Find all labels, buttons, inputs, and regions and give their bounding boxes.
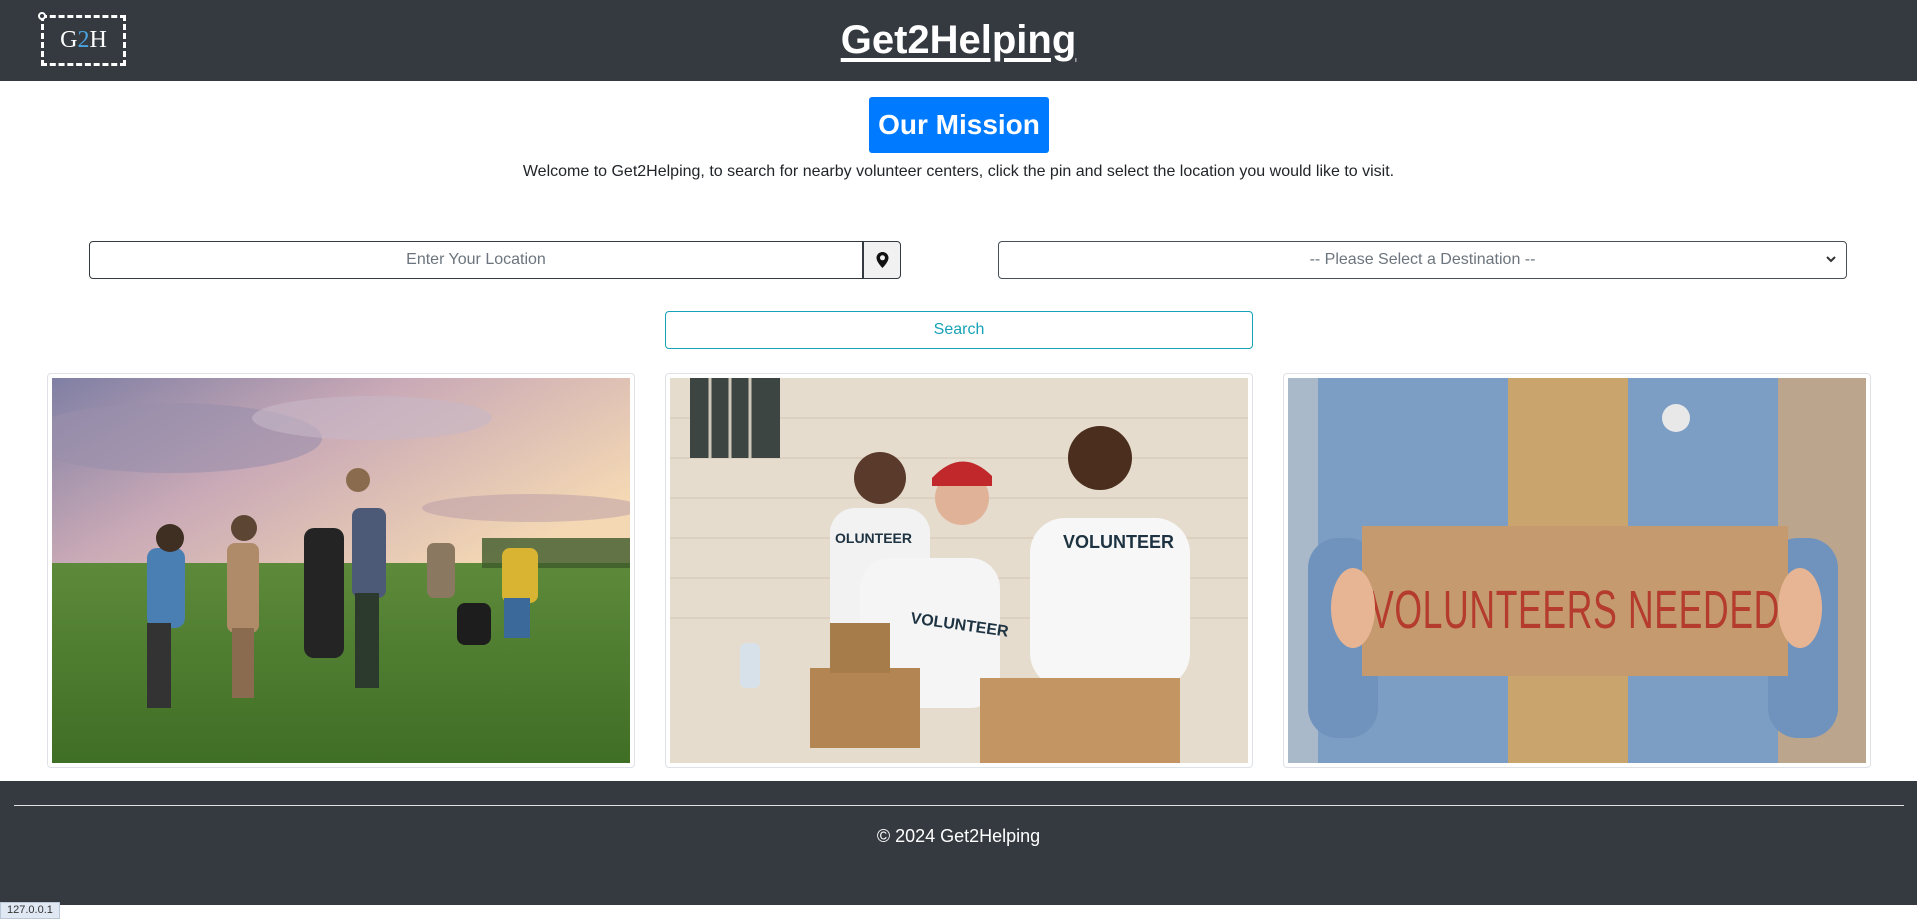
- footer-divider: [14, 805, 1904, 806]
- footer: © 2024 Get2Helping: [0, 781, 1917, 905]
- image-card-volunteers-needed: VOLUNTEERS NEEDED: [1283, 373, 1871, 768]
- site-title-link[interactable]: Get2Helping: [0, 18, 1917, 63]
- volunteers-needed-photo: VOLUNTEERS NEEDED: [1288, 378, 1866, 763]
- destination-select[interactable]: -- Please Select a Destination --: [998, 241, 1847, 279]
- image-card-cleanup: [47, 373, 635, 768]
- map-pin-icon: [876, 252, 888, 268]
- image-card-water-distribution: VOLUNTEER VOLUNTEER OLUNTEER: [665, 373, 1253, 768]
- volunteers-cleanup-photo: [52, 378, 630, 763]
- search-button[interactable]: Search: [665, 311, 1253, 349]
- svg-text:OLUNTEER: OLUNTEER: [835, 530, 912, 546]
- locate-pin-button[interactable]: [863, 241, 901, 279]
- location-input[interactable]: [89, 241, 863, 279]
- svg-text:VOLUNTEER: VOLUNTEER: [1063, 532, 1174, 552]
- chevron-down-icon: [1826, 256, 1836, 263]
- navbar: G2H Get2Helping: [0, 0, 1917, 81]
- svg-text:VOLUNTEERS NEEDED: VOLUNTEERS NEEDED: [1370, 580, 1780, 640]
- browser-status-url: 127.0.0.1: [0, 902, 60, 919]
- our-mission-button[interactable]: Our Mission: [869, 97, 1049, 153]
- welcome-text: Welcome to Get2Helping, to search for ne…: [522, 163, 1395, 180]
- copyright-text: © 2024 Get2Helping: [876, 826, 1041, 846]
- volunteers-water-photo: VOLUNTEER VOLUNTEER OLUNTEER: [670, 378, 1248, 763]
- destination-selected-value: -- Please Select a Destination --: [1309, 251, 1536, 268]
